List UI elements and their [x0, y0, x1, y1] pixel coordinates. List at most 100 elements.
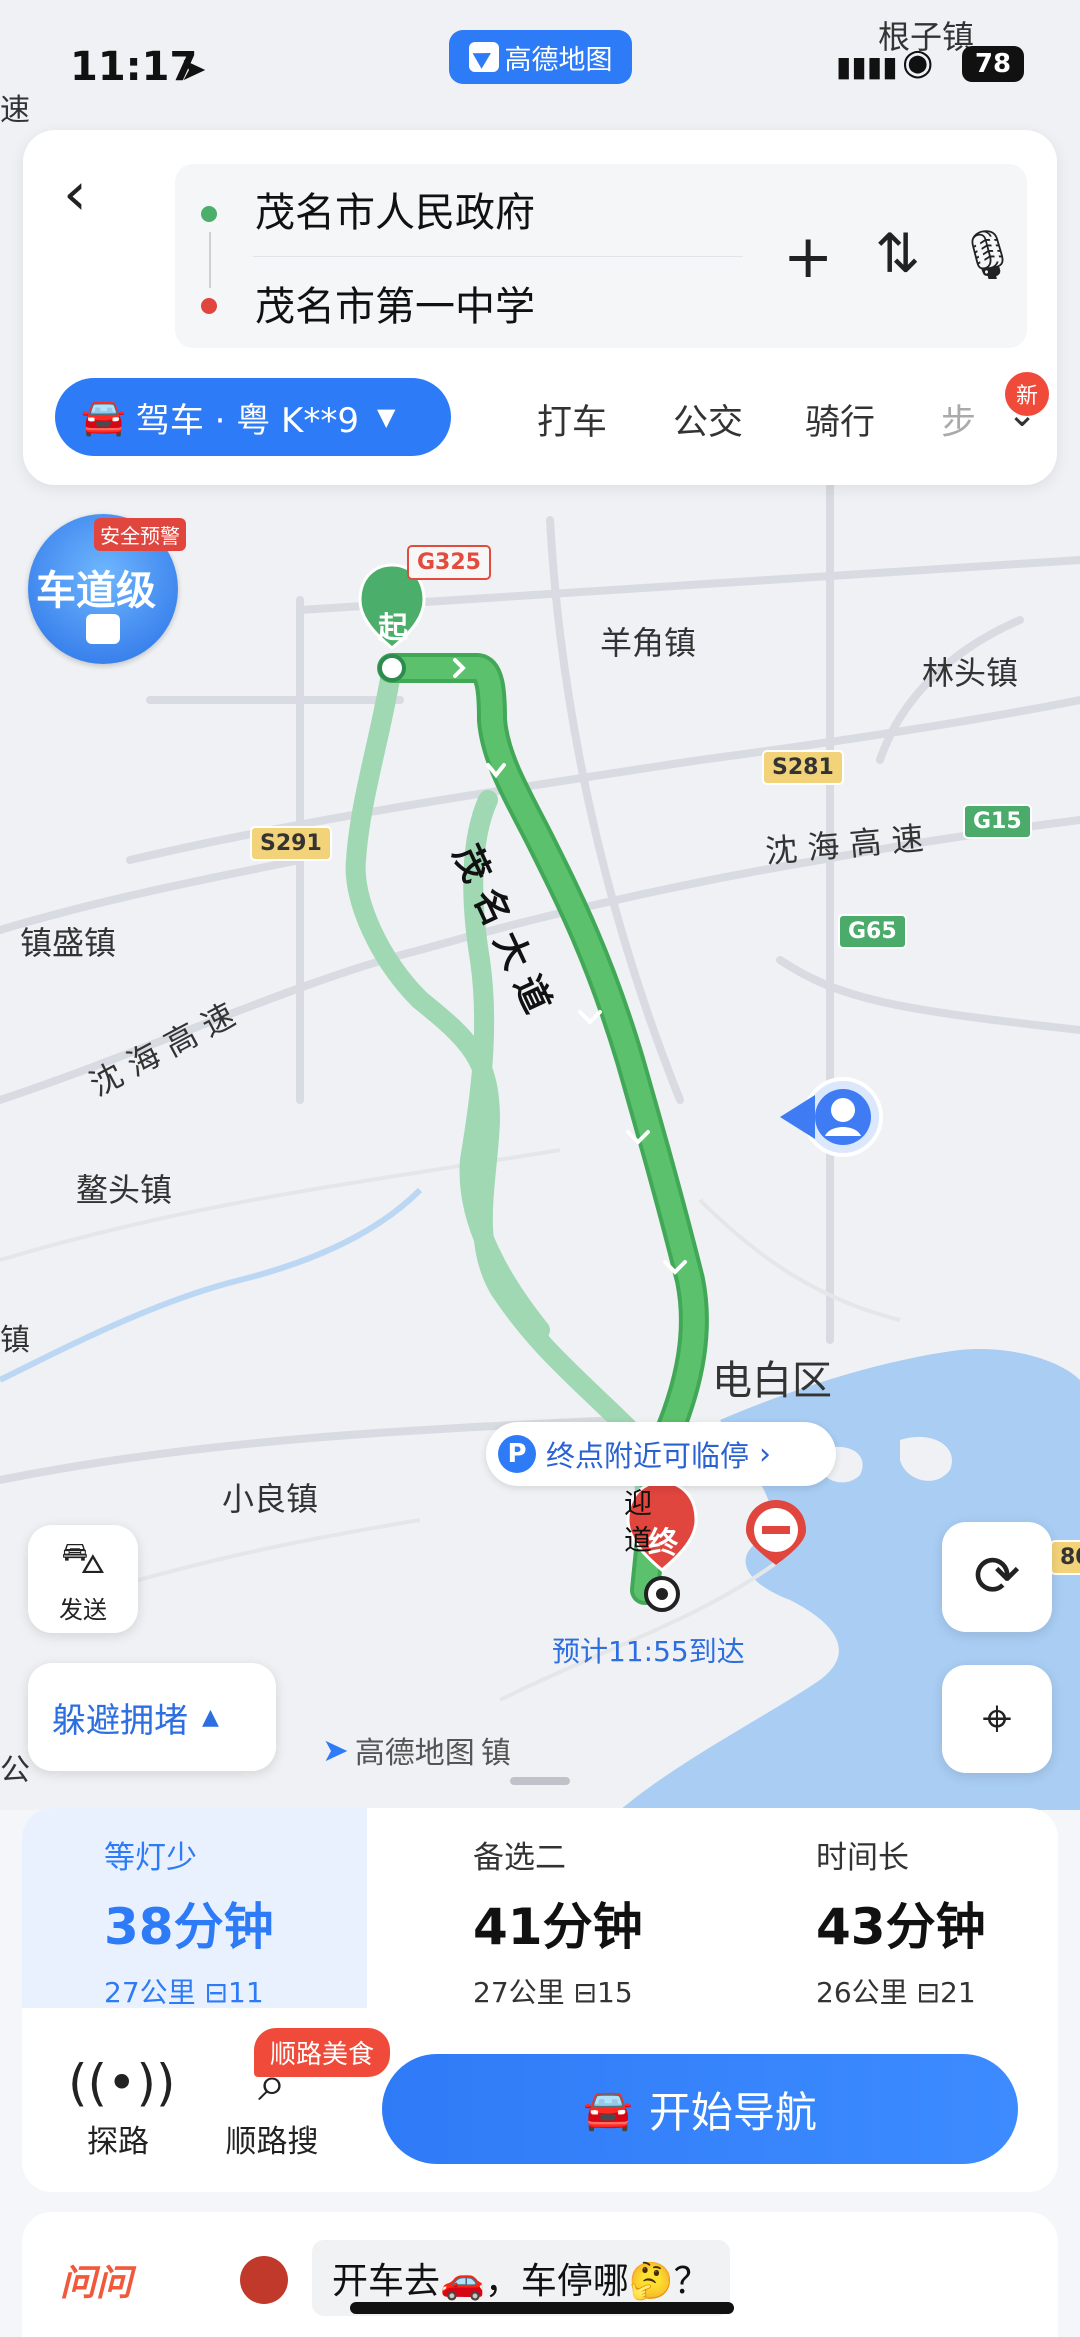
explore-label: 探路	[87, 2124, 149, 2160]
tab-walk[interactable]: 步	[941, 394, 976, 445]
home-indicator[interactable]	[350, 2302, 734, 2314]
wifi-icon: ◉	[902, 42, 934, 83]
car-icon	[86, 614, 120, 644]
app-name: 高德地图	[504, 44, 613, 76]
watermark-suffix: 镇	[480, 1736, 511, 1771]
map-label-aotou: 鳌头镇	[76, 1171, 173, 1209]
option-meta: 27公里 ⊟15	[473, 1976, 633, 2009]
start-navigation-label: 开始导航	[648, 2087, 817, 2137]
option-meta: 26公里 ⊟21	[816, 1976, 976, 2009]
start-marker-label: 起	[378, 611, 408, 646]
refresh-icon: ⟳	[973, 1544, 1021, 1609]
highway-g65: G65	[838, 914, 907, 949]
avoid-congestion-label: 躲避拥堵	[52, 1700, 188, 1741]
back-icon[interactable]: ‹	[63, 164, 123, 234]
lane-level-badge[interactable]: 安全预警 车道级	[28, 514, 186, 664]
chevron-right-icon: ›	[759, 1436, 772, 1472]
traffic-light-icon: ⊟	[204, 1976, 229, 2009]
send-button[interactable]: ⛍ 发送	[28, 1525, 138, 1633]
microphone-icon[interactable]: 🎙	[957, 226, 1018, 283]
route-option-2[interactable]: 备选二 41分钟 27公里 ⊟15	[367, 1808, 712, 2009]
tab-drive-label: 驾车 · 粤 K**9	[135, 400, 359, 441]
watermark-text: 高德地图	[354, 1736, 475, 1771]
add-waypoint-icon[interactable]: +	[783, 222, 833, 292]
map-label-edge-town: 镇	[0, 1323, 30, 1358]
map-watermark: ➤ 高德地图镇	[322, 1728, 511, 1772]
location-arrow-icon: ➤	[180, 50, 207, 88]
route-options-sheet: 等灯少 38分钟 27公里 ⊟11 备选二 41分钟 27公里 ⊟15 时间长 …	[22, 1808, 1058, 2192]
eta-label: 预计11:55到达	[552, 1635, 745, 1668]
highway-g15: G15	[963, 804, 1032, 839]
highway-s281: S281	[762, 750, 844, 785]
highway-partial: 80	[1050, 1540, 1080, 1575]
start-dot-icon	[201, 206, 217, 222]
map-label-lintou: 林头镇	[922, 654, 1019, 692]
traffic-light-icon: ⊟	[573, 1976, 598, 2009]
explore-button[interactable]: ((•)) 探路	[68, 2054, 176, 2161]
sheet-handle[interactable]	[510, 1777, 570, 1785]
ask-logo: 问问	[60, 2263, 133, 2304]
food-badge: 顺路美食	[254, 2028, 391, 2077]
destination-field[interactable]: 茂名市第一中学	[255, 274, 535, 332]
send-label: 发送	[59, 1596, 107, 1624]
end-dot-icon	[201, 298, 217, 314]
mode-tabs: 🚘 驾车 · 粤 K**9 ▼ 打车 公交 骑行 步 ⌄	[55, 378, 1055, 458]
avoid-congestion-button[interactable]: 躲避拥堵 ▲	[28, 1663, 276, 1771]
tab-bus[interactable]: 公交	[673, 394, 743, 445]
lane-badge-top: 安全预警	[94, 518, 186, 551]
refresh-button[interactable]: ⟳	[942, 1522, 1052, 1632]
caret-up-icon: ▲	[202, 1704, 219, 1730]
route-option-1[interactable]: 等灯少 38分钟 27公里 ⊟11	[22, 1808, 367, 2009]
highway-s291: S291	[250, 826, 332, 861]
tab-taxi[interactable]: 打车	[537, 394, 607, 445]
parking-icon: P	[498, 1435, 536, 1473]
start-navigation-button[interactable]: 🚘 开始导航	[382, 2054, 1018, 2164]
option-label: 等灯少	[104, 1840, 197, 1876]
option-duration: 41分钟	[473, 1898, 643, 1956]
broadcast-icon: ((•))	[68, 2054, 176, 2112]
amap-logo-icon: ➤	[322, 1731, 349, 1769]
traffic-light-icon: ⊟	[916, 1976, 941, 2009]
route-inputs: 茂名市人民政府 茂名市第一中学 + ⇅ 🎙	[175, 164, 1027, 348]
map-label-zhensheng: 镇盛镇	[20, 924, 117, 962]
car-icon: 🚘	[583, 2086, 633, 2133]
locate-button[interactable]: ⌖	[942, 1665, 1052, 1773]
parking-hint-label: 终点附近可临停	[546, 1439, 750, 1473]
tab-bike[interactable]: 骑行	[805, 394, 875, 445]
send-car-icon: ⛍	[60, 1533, 106, 1584]
parking-hint[interactable]: P 终点附近可临停 ›	[486, 1422, 836, 1486]
option-meta: 27公里 ⊟11	[104, 1976, 264, 2009]
car-icon: 🚘	[81, 397, 126, 438]
caret-down-icon: ▼	[377, 403, 396, 431]
map-label-yangjiao: 羊角镇	[600, 624, 697, 662]
crosshair-icon: ⌖	[982, 1689, 1012, 1749]
new-badge: 新	[1005, 372, 1049, 416]
ask-bar[interactable]: 问问 开车去🚗，车停哪🤔？	[22, 2212, 1058, 2337]
status-bar: 11:17 ➤ 高德地图 ▮▮▮▮ ◉ 78	[0, 0, 1080, 130]
option-label: 备选二	[473, 1840, 566, 1876]
option-duration: 43分钟	[816, 1898, 986, 1956]
app-name-pill: 高德地图	[449, 30, 632, 84]
avatar	[240, 2256, 288, 2304]
lane-badge-main: 车道级	[36, 568, 156, 614]
status-time: 11:17	[70, 44, 198, 90]
route-card: ‹ 茂名市人民政府 茂名市第一中学 + ⇅ 🎙 🚘 驾车 · 粤 K**9 ▼ …	[23, 130, 1057, 485]
map-label-xiaoliang: 小良镇	[222, 1480, 319, 1518]
screen: 站 速 镇 公 根子镇 羊角镇 林头镇 沈 海 高 速 镇盛镇 沈 海 高 速 …	[0, 0, 1080, 2337]
swap-icon[interactable]: ⇅	[875, 222, 920, 285]
map-label-edge-public: 公	[0, 1753, 30, 1788]
option-duration: 38分钟	[104, 1898, 274, 1956]
highway-g325: G325	[407, 545, 491, 580]
battery-indicator: 78	[962, 46, 1024, 82]
divider	[253, 256, 743, 257]
tab-drive[interactable]: 🚘 驾车 · 粤 K**9 ▼	[55, 378, 451, 456]
along-route-search-label: 顺路搜	[225, 2124, 319, 2160]
end-marker-label: 终	[648, 1526, 678, 1561]
route-option-3[interactable]: 时间长 43分钟 26公里 ⊟21	[712, 1808, 1057, 2009]
signal-icon: ▮▮▮▮	[836, 50, 898, 83]
origin-field[interactable]: 茂名市人民政府	[255, 180, 535, 238]
map-label-dianbai: 电白区	[712, 1358, 832, 1404]
route-connector	[209, 232, 211, 288]
option-label: 时间长	[816, 1840, 909, 1876]
amap-icon	[468, 42, 499, 72]
